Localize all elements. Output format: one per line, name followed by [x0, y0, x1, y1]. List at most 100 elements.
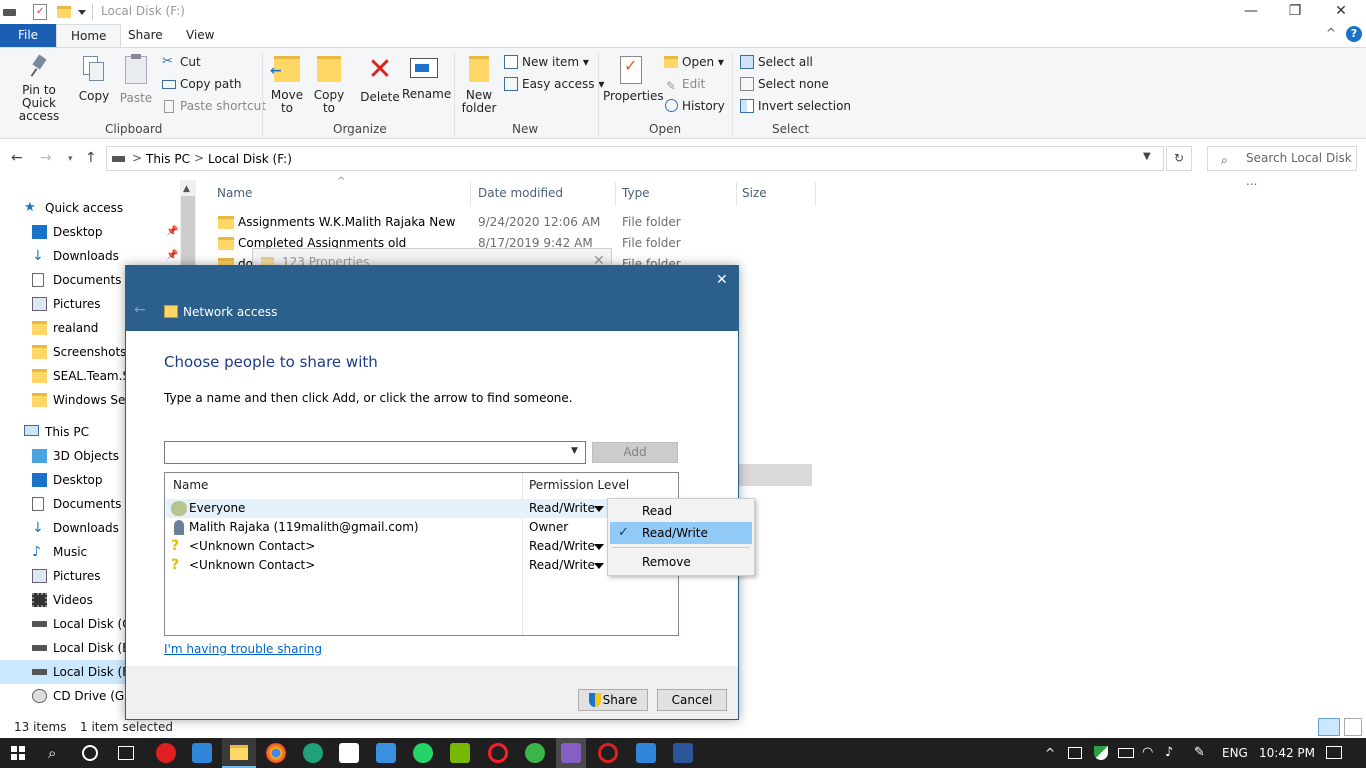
add-button[interactable]: Add	[592, 442, 678, 463]
permission-dropdown-icon[interactable]	[594, 506, 604, 512]
tab-file[interactable]: File	[0, 24, 56, 48]
list-item-unknown-contact[interactable]: ? <Unknown Contact> Read/Write	[166, 556, 678, 575]
chrome-icon[interactable]	[266, 743, 286, 763]
opera-icon[interactable]	[488, 743, 508, 763]
rename-button[interactable]: Rename	[402, 56, 451, 101]
open-button[interactable]: Open ▾	[662, 52, 724, 72]
menu-item-read-write[interactable]: ✓ Read/Write	[610, 522, 752, 544]
sidebar-item-quick-access[interactable]: ★ Quick access	[0, 196, 180, 220]
clock[interactable]: 10:42 PM	[1259, 738, 1315, 768]
column-divider[interactable]	[815, 182, 816, 206]
settings-app-icon[interactable]	[598, 743, 618, 763]
copy-to-button[interactable]: Copy to	[311, 56, 347, 115]
address-dropdown-icon[interactable]: ▼	[1143, 151, 1151, 162]
scroll-up-icon[interactable]: ▲	[183, 184, 190, 194]
column-divider[interactable]	[470, 182, 471, 206]
copy-button[interactable]: Copy	[76, 56, 112, 103]
dialog-close-button[interactable]: ✕	[716, 272, 728, 288]
task-view-icon[interactable]	[118, 746, 134, 760]
collapse-ribbon-icon[interactable]: ^	[1326, 26, 1336, 40]
forward-arrow-icon[interactable]: →	[40, 150, 52, 166]
edge-icon[interactable]	[303, 743, 323, 763]
permission-level[interactable]: Read/Write	[529, 556, 595, 575]
cut-button[interactable]: ✂ Cut	[160, 52, 201, 72]
column-type[interactable]: Type	[622, 186, 650, 200]
sidebar-item-desktop[interactable]: Desktop	[0, 220, 180, 244]
maximize-button[interactable]: ❐	[1272, 0, 1318, 24]
details-view-icon[interactable]	[1318, 718, 1340, 736]
easy-access-button[interactable]: Easy access ▾	[502, 74, 604, 94]
permission-level[interactable]: Read/Write	[529, 499, 595, 518]
help-icon[interactable]: ?	[1346, 26, 1362, 42]
address-bar[interactable]: > This PC > Local Disk (F:) ▼	[106, 146, 1164, 171]
upwork-icon[interactable]	[525, 743, 545, 763]
wifi-icon[interactable]: ◠	[1142, 738, 1153, 768]
visual-studio-taskbar-button[interactable]	[556, 738, 586, 768]
select-all-button[interactable]: Select all	[738, 52, 813, 72]
file-explorer-taskbar-button[interactable]	[222, 738, 256, 768]
search-icon[interactable]: ⌕	[48, 738, 56, 768]
mail-icon[interactable]	[376, 743, 396, 763]
new-folder-quick-icon[interactable]	[57, 6, 71, 18]
customize-toolbar-icon[interactable]	[78, 10, 86, 15]
move-to-button[interactable]: ← Move to	[268, 56, 306, 115]
paste-button[interactable]: Paste	[118, 54, 154, 105]
minimize-button[interactable]: —	[1228, 0, 1274, 24]
select-none-button[interactable]: Select none	[738, 74, 829, 94]
refresh-icon[interactable]: ↻	[1166, 146, 1192, 171]
column-name[interactable]: Name	[217, 186, 252, 200]
selected-row-highlight[interactable]	[738, 464, 812, 486]
new-folder-button[interactable]: New folder	[458, 56, 500, 115]
defender-icon[interactable]	[1094, 746, 1108, 760]
column-divider[interactable]	[615, 182, 616, 206]
permission-dropdown-icon[interactable]	[594, 544, 604, 550]
history-button[interactable]: History	[662, 96, 725, 116]
column-size[interactable]: Size	[742, 186, 767, 200]
volume-icon[interactable]: ♪	[1165, 738, 1173, 768]
cortana-icon[interactable]	[82, 745, 98, 761]
network-app-icon[interactable]	[636, 743, 656, 763]
whatsapp-icon[interactable]	[413, 743, 433, 763]
recent-locations-icon[interactable]: ▾	[68, 154, 73, 164]
up-arrow-icon[interactable]: ↑	[85, 150, 97, 166]
list-item-everyone[interactable]: Everyone Read/Write	[166, 499, 678, 518]
power-app-icon[interactable]	[156, 743, 176, 763]
properties-quick-icon[interactable]: ✓	[33, 4, 47, 20]
back-arrow-icon[interactable]: ←	[134, 302, 146, 318]
nvidia-icon[interactable]	[450, 743, 470, 763]
invert-selection-button[interactable]: Invert selection	[738, 96, 851, 116]
close-button[interactable]: ✕	[1318, 0, 1364, 24]
permission-level[interactable]: Read/Write	[529, 537, 595, 556]
breadcrumb-local-disk-f[interactable]: Local Disk (F:)	[208, 152, 292, 166]
battery-icon[interactable]	[1118, 748, 1134, 758]
back-arrow-icon[interactable]: ←	[11, 150, 23, 166]
notifications-icon[interactable]	[1326, 746, 1342, 759]
list-item-owner[interactable]: Malith Rajaka (119malith@gmail.com) Owne…	[166, 518, 678, 537]
list-header-name[interactable]: Name	[173, 473, 208, 497]
share-button[interactable]: Share	[578, 689, 648, 711]
tab-share[interactable]: Share	[114, 24, 177, 48]
new-item-button[interactable]: New item ▾	[502, 52, 589, 72]
delete-button[interactable]: ✕ Delete	[360, 55, 400, 104]
breadcrumb-this-pc[interactable]: This PC	[146, 152, 190, 166]
store-icon[interactable]	[339, 743, 359, 763]
menu-item-read[interactable]: Read	[610, 500, 752, 522]
column-divider[interactable]	[736, 182, 737, 206]
pin-icon[interactable]: 📌	[166, 250, 178, 261]
list-header-permission[interactable]: Permission Level	[529, 473, 629, 497]
show-hidden-icons-icon[interactable]: ^	[1045, 738, 1055, 768]
people-name-input[interactable]: ▼	[164, 441, 586, 464]
pin-icon[interactable]: 📌	[166, 226, 178, 237]
large-icons-view-icon[interactable]	[1344, 718, 1362, 736]
menu-item-remove[interactable]: Remove	[610, 551, 752, 573]
trouble-sharing-link[interactable]: I'm having trouble sharing	[164, 642, 322, 656]
device-icon[interactable]	[1068, 747, 1082, 759]
search-input[interactable]: Search Local Disk ...	[1207, 146, 1357, 188]
word-icon[interactable]	[673, 743, 693, 763]
edit-button[interactable]: ✎ Edit	[662, 74, 705, 94]
pin-to-quick-access-button[interactable]: Pin to Quick access	[4, 54, 74, 123]
monitor-app-icon[interactable]	[192, 743, 212, 763]
permission-dropdown-icon[interactable]	[594, 563, 604, 569]
tab-home[interactable]: Home	[56, 24, 122, 48]
cancel-button[interactable]: Cancel	[657, 689, 727, 711]
